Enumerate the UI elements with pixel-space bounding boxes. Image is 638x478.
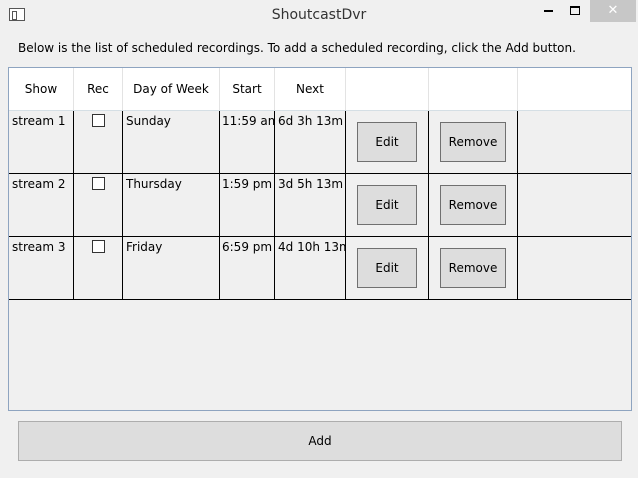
remove-button[interactable]: Remove bbox=[440, 248, 506, 288]
maximize-button[interactable] bbox=[562, 0, 588, 22]
add-button[interactable]: Add bbox=[18, 421, 622, 461]
cell-next: 4d 10h 13m bbox=[275, 237, 346, 299]
table-row[interactable]: stream 3 Friday 6:59 pm 4d 10h 13m Edit … bbox=[9, 237, 631, 300]
cell-day: Sunday bbox=[123, 111, 220, 173]
column-header-edit[interactable] bbox=[346, 68, 429, 110]
cell-next: 6d 3h 13m bbox=[275, 111, 346, 173]
cell-rec bbox=[74, 174, 123, 236]
rec-checkbox[interactable] bbox=[92, 177, 105, 190]
cell-remove: Remove bbox=[429, 174, 518, 236]
edit-button[interactable]: Edit bbox=[357, 122, 417, 162]
column-header-start[interactable]: Start bbox=[220, 68, 275, 110]
cell-remove: Remove bbox=[429, 111, 518, 173]
rec-checkbox[interactable] bbox=[92, 240, 105, 253]
column-header-day[interactable]: Day of Week bbox=[123, 68, 220, 110]
cell-rec bbox=[74, 111, 123, 173]
column-header-rec[interactable]: Rec bbox=[74, 68, 123, 110]
cell-start: 6:59 pm bbox=[220, 237, 275, 299]
column-header-show[interactable]: Show bbox=[9, 68, 74, 110]
cell-show: stream 3 bbox=[9, 237, 74, 299]
cell-edit: Edit bbox=[346, 111, 429, 173]
cell-remove: Remove bbox=[429, 237, 518, 299]
title-bar: ShoutcastDvr ✕ bbox=[0, 0, 638, 31]
close-button[interactable]: ✕ bbox=[590, 0, 636, 22]
recordings-grid[interactable]: Show Rec Day of Week Start Next stream 1… bbox=[8, 67, 632, 411]
edit-button[interactable]: Edit bbox=[357, 185, 417, 225]
cell-rec bbox=[74, 237, 123, 299]
cell-start: 1:59 pm bbox=[220, 174, 275, 236]
cell-edit: Edit bbox=[346, 237, 429, 299]
remove-button[interactable]: Remove bbox=[440, 122, 506, 162]
cell-filler bbox=[518, 174, 631, 236]
minimize-icon bbox=[543, 9, 553, 12]
column-header-remove[interactable] bbox=[429, 68, 518, 110]
table-row[interactable]: stream 2 Thursday 1:59 pm 3d 5h 13m Edit… bbox=[9, 174, 631, 237]
edit-button[interactable]: Edit bbox=[357, 248, 417, 288]
column-header-next[interactable]: Next bbox=[275, 68, 346, 110]
cell-start: 11:59 am bbox=[220, 111, 275, 173]
cell-next: 3d 5h 13m bbox=[275, 174, 346, 236]
remove-button[interactable]: Remove bbox=[440, 185, 506, 225]
cell-day: Thursday bbox=[123, 174, 220, 236]
grid-header: Show Rec Day of Week Start Next bbox=[9, 68, 631, 111]
maximize-icon bbox=[570, 6, 580, 15]
cell-edit: Edit bbox=[346, 174, 429, 236]
table-row[interactable]: stream 1 Sunday 11:59 am 6d 3h 13m Edit … bbox=[9, 111, 631, 174]
cell-filler bbox=[518, 237, 631, 299]
close-icon: ✕ bbox=[607, 3, 619, 18]
cell-filler bbox=[518, 111, 631, 173]
minimize-button[interactable] bbox=[535, 0, 561, 22]
column-header-filler bbox=[518, 68, 631, 110]
rec-checkbox[interactable] bbox=[92, 114, 105, 127]
cell-day: Friday bbox=[123, 237, 220, 299]
cell-show: stream 1 bbox=[9, 111, 74, 173]
instructions-text: Below is the list of scheduled recording… bbox=[18, 41, 576, 55]
cell-show: stream 2 bbox=[9, 174, 74, 236]
